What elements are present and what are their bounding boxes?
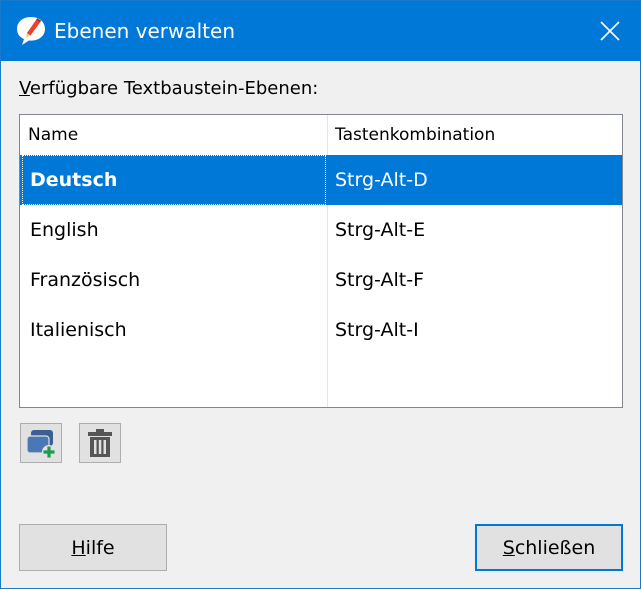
close-window-button[interactable] <box>580 1 640 61</box>
list-row-italienisch[interactable]: Italienisch Strg-Alt-I <box>20 305 622 355</box>
trash-icon <box>88 429 112 457</box>
list-row-franzoesisch[interactable]: Französisch Strg-Alt-F <box>20 255 622 305</box>
list-row-deutsch[interactable]: Deutsch Strg-Alt-D <box>20 155 622 205</box>
row-name: English <box>30 219 99 241</box>
speech-bubble-pencil-icon <box>17 17 45 45</box>
row-shortcut: Strg-Alt-D <box>335 169 428 191</box>
close-button[interactable]: Schließen <box>475 524 623 571</box>
layer-list-label-accel: V <box>19 78 30 99</box>
row-name: Französisch <box>30 269 141 291</box>
help-button-rest: ilfe <box>85 536 115 559</box>
delete-layer-button[interactable] <box>79 423 121 463</box>
layer-list-label-rest: erfügbare Textbaustein-Ebenen: <box>29 78 319 99</box>
list-header: Name Tastenkombination <box>20 115 622 155</box>
column-header-name[interactable]: Name <box>20 115 327 155</box>
column-header-shortcut[interactable]: Tastenkombination <box>327 115 622 155</box>
row-name: Deutsch <box>22 155 326 205</box>
list-row-english[interactable]: English Strg-Alt-E <box>20 205 622 255</box>
dialog-window: Ebenen verwalten Verfügbare Textbaustein… <box>0 0 641 589</box>
row-shortcut: Strg-Alt-E <box>335 219 426 241</box>
add-layer-button[interactable] <box>20 423 62 463</box>
row-shortcut: Strg-Alt-F <box>335 269 424 291</box>
window-title: Ebenen verwalten <box>54 19 236 43</box>
close-icon <box>600 21 620 41</box>
add-layer-icon <box>26 430 56 459</box>
help-button-accel: H <box>71 536 86 559</box>
row-name: Italienisch <box>30 319 127 341</box>
row-shortcut: Strg-Alt-I <box>335 319 419 341</box>
layer-list[interactable]: Name Tastenkombination Deutsch Strg-Alt-… <box>19 114 623 408</box>
layer-list-label: Verfügbare Textbaustein-Ebenen: <box>19 77 318 101</box>
help-button[interactable]: Hilfe <box>19 524 167 571</box>
close-button-accel: S <box>502 536 515 559</box>
title-bar[interactable]: Ebenen verwalten <box>1 1 640 61</box>
close-button-rest: chließen <box>514 536 596 559</box>
